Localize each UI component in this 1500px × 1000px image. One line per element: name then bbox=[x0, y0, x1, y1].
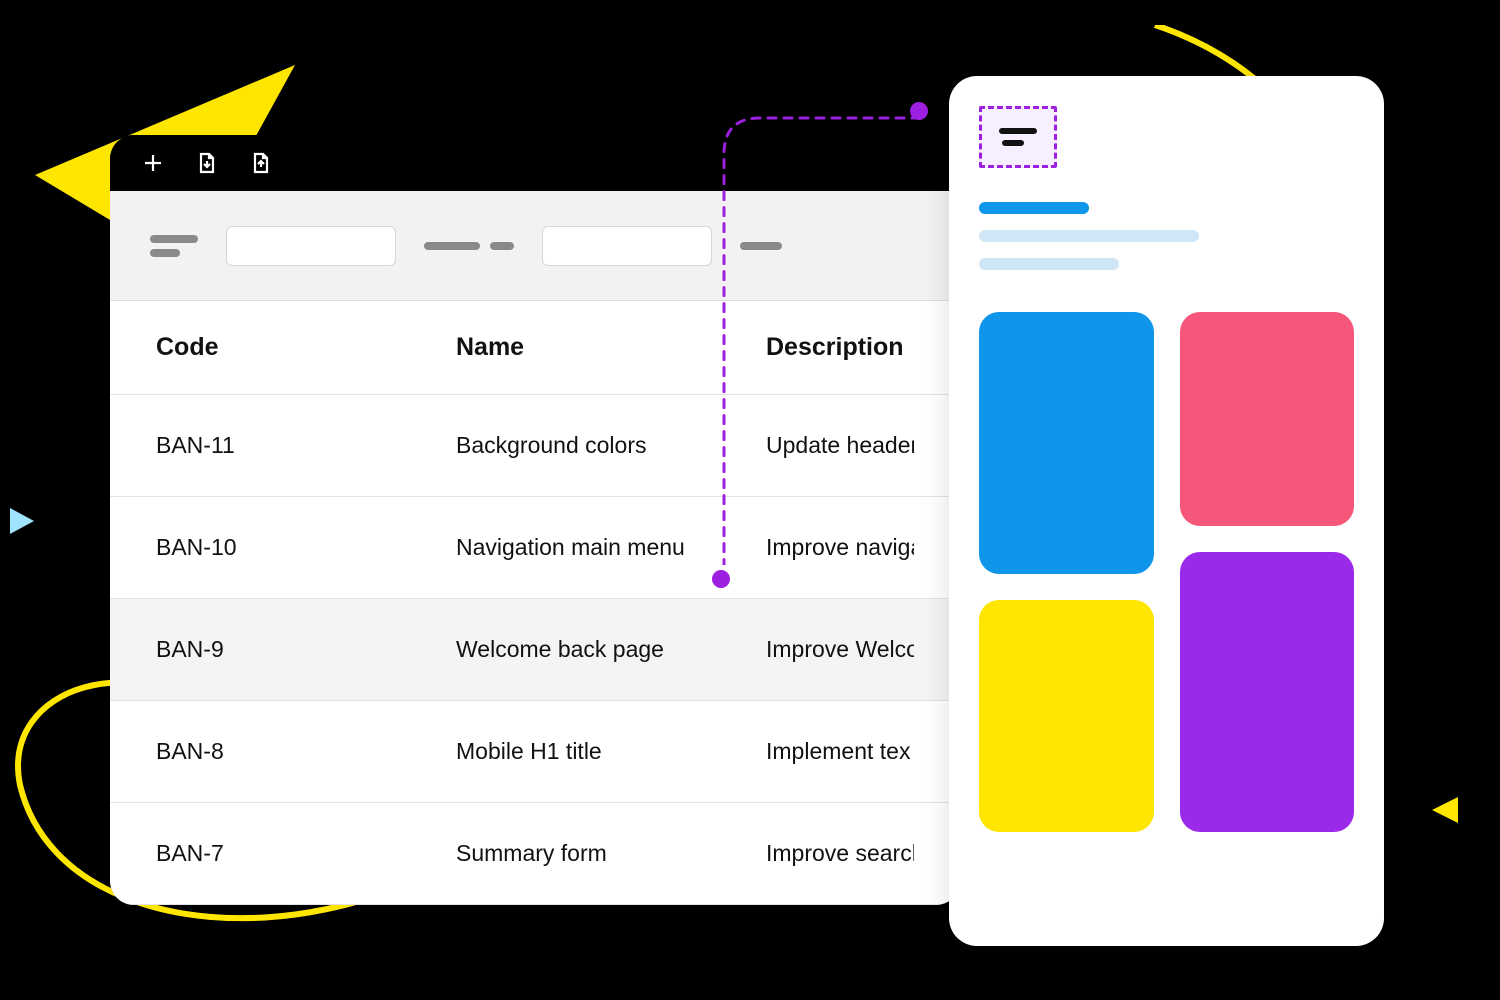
preview-card bbox=[949, 76, 1384, 946]
cell-description: Improve Welco bbox=[736, 636, 914, 663]
col-code: Code bbox=[156, 333, 416, 362]
cell-description: Improve search bbox=[736, 840, 914, 867]
filter-label-1 bbox=[150, 235, 198, 257]
cell-code: BAN-9 bbox=[156, 636, 416, 663]
titlebar bbox=[110, 135, 960, 191]
cell-code: BAN-10 bbox=[156, 534, 416, 561]
cell-name: Welcome back page bbox=[416, 636, 736, 663]
cell-description: Improve naviga bbox=[736, 534, 914, 561]
table-row[interactable]: BAN-11 Background colors Update headers bbox=[110, 395, 960, 497]
cell-name: Summary form bbox=[416, 840, 736, 867]
tasks-table: Code Name Description BAN-11 Background … bbox=[110, 301, 960, 905]
filter-input-1[interactable] bbox=[226, 226, 396, 266]
tile-yellow[interactable] bbox=[979, 600, 1154, 832]
table-header: Code Name Description bbox=[110, 301, 960, 395]
placeholder-title bbox=[979, 202, 1089, 214]
placeholder-line bbox=[979, 258, 1119, 270]
table-row[interactable]: BAN-10 Navigation main menu Improve navi… bbox=[110, 497, 960, 599]
col-description: Description bbox=[736, 333, 914, 362]
table-row[interactable]: BAN-9 Welcome back page Improve Welco bbox=[110, 599, 960, 701]
paragraph-icon bbox=[999, 128, 1037, 134]
app-window: Code Name Description BAN-11 Background … bbox=[110, 135, 960, 905]
connector-dot-top bbox=[910, 102, 928, 120]
cell-code: BAN-7 bbox=[156, 840, 416, 867]
cell-code: BAN-11 bbox=[156, 432, 416, 459]
upload-icon[interactable] bbox=[248, 150, 274, 176]
connector-dot-bottom bbox=[712, 570, 730, 588]
decor-blue-triangle bbox=[6, 506, 36, 536]
tile-blue[interactable] bbox=[979, 312, 1154, 574]
tile-pink[interactable] bbox=[1180, 312, 1355, 526]
download-icon[interactable] bbox=[194, 150, 220, 176]
cell-description: Implement tex bbox=[736, 738, 914, 765]
cell-name: Background colors bbox=[416, 432, 736, 459]
selected-row-preview[interactable] bbox=[979, 106, 1057, 168]
paragraph-icon-line bbox=[1002, 140, 1024, 146]
cell-description: Update headers bbox=[736, 432, 914, 459]
cell-name: Navigation main menu bbox=[416, 534, 736, 561]
filter-bar bbox=[110, 191, 960, 301]
table-row[interactable]: BAN-8 Mobile H1 title Implement tex bbox=[110, 701, 960, 803]
add-icon[interactable] bbox=[140, 150, 166, 176]
filter-label-3 bbox=[740, 242, 782, 250]
color-tiles bbox=[979, 312, 1354, 832]
col-name: Name bbox=[416, 333, 736, 362]
placeholder-text bbox=[979, 202, 1354, 270]
tile-purple[interactable] bbox=[1180, 552, 1355, 832]
filter-input-2[interactable] bbox=[542, 226, 712, 266]
table-row[interactable]: BAN-7 Summary form Improve search bbox=[110, 803, 960, 905]
filter-label-2 bbox=[424, 242, 514, 250]
decor-yellow-triangle-small bbox=[1430, 795, 1460, 825]
cell-code: BAN-8 bbox=[156, 738, 416, 765]
placeholder-line bbox=[979, 230, 1199, 242]
cell-name: Mobile H1 title bbox=[416, 738, 736, 765]
